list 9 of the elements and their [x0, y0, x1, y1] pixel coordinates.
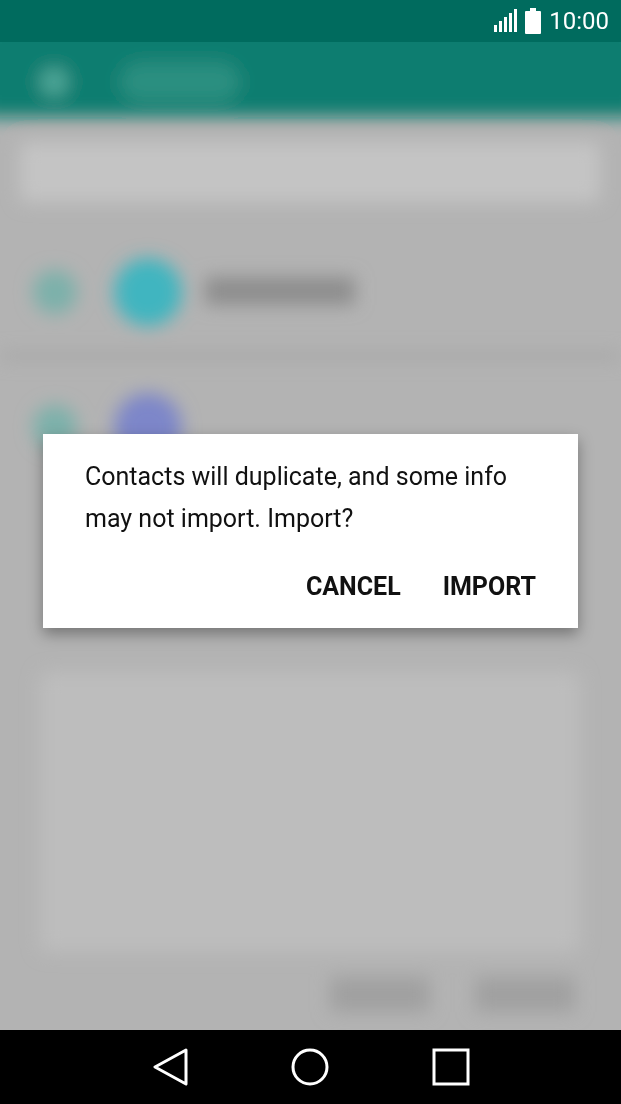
dialog-button[interactable]: CANCEL	[305, 568, 401, 606]
recent-apps-icon[interactable]	[431, 1048, 470, 1086]
battery-icon	[525, 8, 542, 34]
signal-icon	[493, 9, 518, 33]
dialog-button[interactable]: IMPORT	[442, 568, 536, 606]
dialog-message: Contacts will duplicate, and some info may not import. Import?	[85, 461, 509, 535]
back-icon[interactable]	[151, 1048, 188, 1086]
status-time: 10:00	[549, 6, 609, 37]
home-icon[interactable]	[290, 1048, 329, 1086]
